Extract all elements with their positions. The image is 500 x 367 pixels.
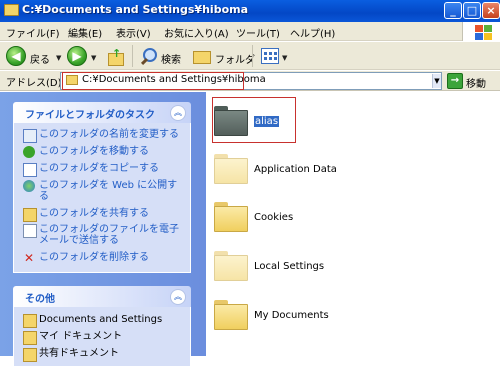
task-move-label[interactable]: このフォルダを移動する [39,146,184,157]
menu-tools[interactable]: ツール(T) [236,25,280,40]
go-arrow-icon[interactable]: → [447,73,463,89]
toolbar-separator [252,45,253,67]
copy-icon [23,163,37,177]
address-label: アドレス(D) [6,78,62,89]
back-button-label[interactable]: 戻る [30,51,50,66]
menu-view[interactable]: 表示(V) [116,25,151,40]
tasks-panel-body: このフォルダの名前を変更する このフォルダを移動する このフォルダをコピーする … [13,123,191,273]
window-title: C:¥Documents and Settings¥hiboma [22,3,249,16]
folders-icon[interactable] [193,48,211,64]
back-arrow-icon[interactable]: ◀ [6,46,26,66]
up-folder-icon[interactable]: ↑ [106,47,124,66]
folder-name[interactable]: Application Data [254,164,337,175]
collapse-icon[interactable]: ︽ [170,105,186,121]
place-label[interactable]: 共有ドキュメント [39,348,184,359]
place-label[interactable]: マイ ドキュメント [39,331,184,342]
task-share-label[interactable]: このフォルダを共有する [39,208,184,219]
close-button[interactable]: × [482,2,500,19]
move-icon [23,146,35,158]
task-email-label[interactable]: このフォルダのファイルを電子メールで送信する [39,224,184,246]
address-dropdown-icon[interactable]: ▼ [432,74,441,88]
folder-name[interactable]: My Documents [254,310,329,321]
back-dropdown-icon[interactable]: ▼ [56,54,61,62]
menu-bar: ファイル(F) 編集(E) 表示(V) お気に入り(A) ツール(T) ヘルプ(… [0,22,500,41]
task-rename-label[interactable]: このフォルダの名前を変更する [39,129,184,140]
place-label[interactable]: Documents and Settings [39,314,184,325]
search-icon[interactable] [139,47,157,66]
task-delete-label[interactable]: このフォルダを削除する [39,252,184,263]
folder-icon [23,314,37,328]
folder-item-local-settings[interactable]: Local Settings [206,249,500,289]
toolbar-separator [132,45,133,67]
title-bar[interactable]: C:¥Documents and Settings¥hiboma _ □ × [0,0,500,22]
forward-arrow-icon[interactable]: ▶ [67,46,87,66]
other-panel-body: Documents and Settings マイ ドキュメント 共有ドキュメン… [13,307,191,367]
address-highlight-box [62,72,244,90]
folders-button-label[interactable]: フォルダ [215,51,255,66]
minimize-button[interactable]: _ [444,2,462,19]
views-dropdown-icon[interactable]: ▼ [282,54,287,62]
folder-icon [214,202,248,232]
task-publish-label[interactable]: このフォルダを Web に公開する [39,180,184,202]
other-panel-title: その他 [25,294,55,305]
shared-folder-icon [23,348,37,362]
other-panel-header[interactable]: その他 ︽ [13,286,191,307]
folder-icon [214,251,248,281]
address-bar: アドレス(D) C:¥Documents and Settings¥hiboma… [0,71,500,91]
folder-item-my-documents[interactable]: My Documents [206,298,500,338]
folder-icon [214,300,248,330]
rename-icon [23,129,37,143]
folder-item-cookies[interactable]: Cookies [206,200,500,240]
folder-name[interactable]: Local Settings [254,261,324,272]
task-pane: ファイルとフォルダのタスク ︽ このフォルダの名前を変更する このフォルダを移動… [0,92,206,367]
folder-icon [4,4,19,16]
windows-logo-icon [462,22,500,41]
menu-file[interactable]: ファイル(F) [6,25,60,40]
menu-help[interactable]: ヘルプ(H) [290,25,335,40]
go-button-label[interactable]: 移動 [466,75,486,90]
menu-favorites[interactable]: お気に入り(A) [164,25,229,40]
collapse-icon[interactable]: ︽ [170,289,186,305]
tasks-panel-title: ファイルとフォルダのタスク [25,110,155,121]
share-icon [23,208,37,222]
globe-icon [23,180,35,192]
my-documents-icon [23,331,37,345]
tasks-panel-header[interactable]: ファイルとフォルダのタスク ︽ [13,102,191,123]
selection-highlight-box [212,97,296,143]
folder-item-application-data[interactable]: Application Data [206,152,500,192]
folder-name[interactable]: Cookies [254,212,293,223]
delete-icon: ✕ [23,251,35,265]
maximize-button[interactable]: □ [463,2,481,19]
views-icon[interactable] [261,48,279,64]
folder-icon [214,154,248,184]
email-icon [23,224,37,238]
forward-dropdown-icon[interactable]: ▼ [91,54,96,62]
task-copy-label[interactable]: このフォルダをコピーする [39,163,184,174]
search-button-label[interactable]: 検索 [161,51,181,66]
toolbar: ◀ 戻る ▼ ▶ ▼ ↑ 検索 フォルダ ▼ [0,42,500,70]
menu-edit[interactable]: 編集(E) [68,25,102,40]
